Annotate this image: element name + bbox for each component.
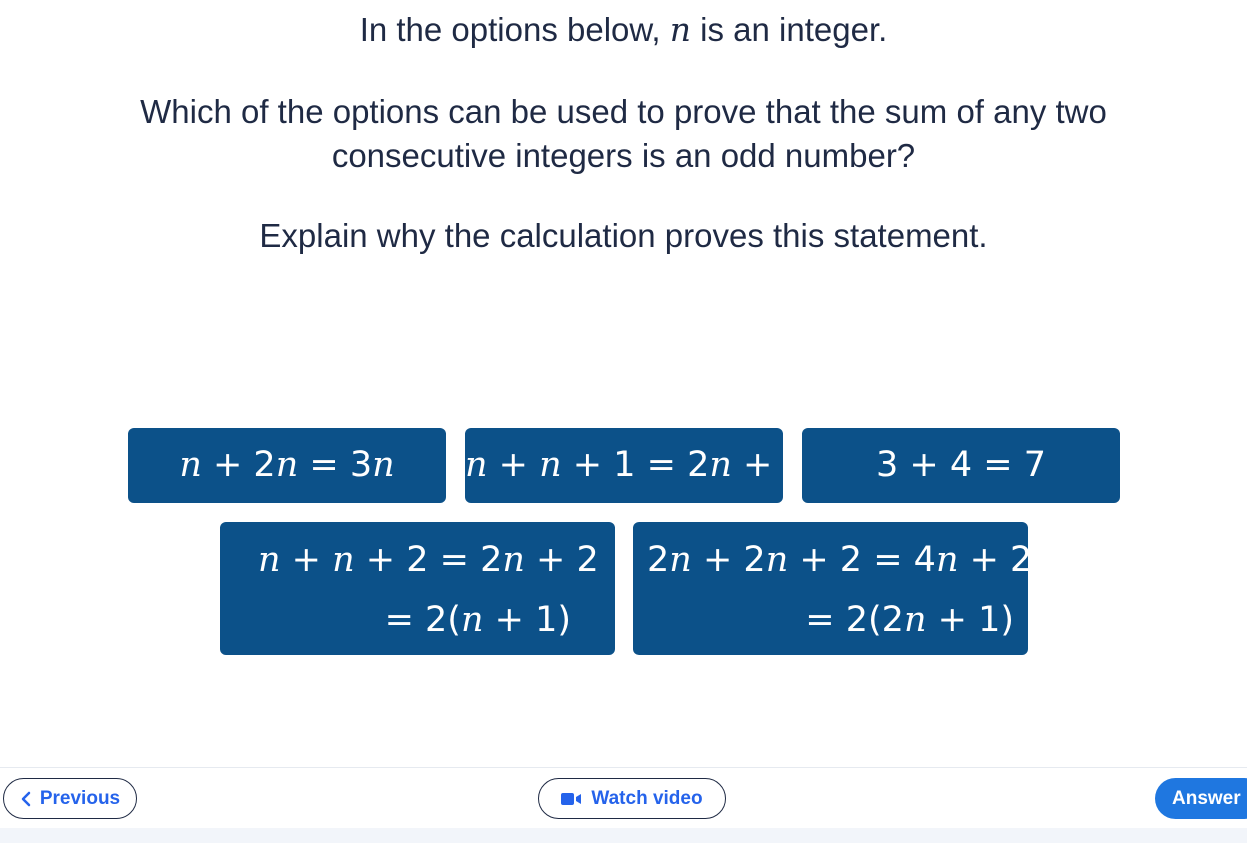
option-2-expression: n + n + 1 = 2n + 1 <box>465 445 806 485</box>
previous-button[interactable]: Previous <box>3 778 137 819</box>
intro-text: In the options below, <box>359 11 670 48</box>
option-card-1[interactable]: n + 2n = 3n <box>128 428 446 503</box>
answer-button[interactable]: Answer <box>1155 778 1247 819</box>
option-1-expression: n + 2n = 3n <box>179 445 395 485</box>
question-intro: In the options below, n is an integer. <box>0 8 1247 52</box>
bottom-strip <box>0 828 1247 843</box>
option-5-line-1: 2n + 2n + 2 = 4n + 2 <box>647 540 1033 580</box>
video-camera-icon <box>561 792 583 806</box>
chevron-left-icon <box>20 791 32 807</box>
option-4-line-1: n + n + 2 = 2n + 2 <box>258 540 599 580</box>
variable-n: n <box>669 10 692 49</box>
answer-label: Answer <box>1172 787 1241 809</box>
question-explain: Explain why the calculation proves this … <box>259 217 988 254</box>
option-card-4[interactable]: n + n + 2 = 2n + 2 = 2(n + 1) <box>220 522 615 655</box>
option-5-line-2: = 2(2n + 1) <box>805 600 1014 640</box>
previous-label: Previous <box>39 787 121 809</box>
option-3-expression: 3 + 4 = 7 <box>876 445 1046 485</box>
option-4-line-2: = 2(n + 1) <box>384 600 571 640</box>
option-card-5[interactable]: 2n + 2n + 2 = 4n + 2 = 2(2n + 1) <box>633 522 1032 655</box>
question-line-2: consecutive integers is an odd number? <box>331 137 916 174</box>
option-card-2[interactable]: n + n + 1 = 2n + 1 <box>465 428 806 503</box>
intro-text-end: is an integer. <box>691 11 888 48</box>
watch-video-button[interactable]: Watch video <box>538 778 726 819</box>
question-line-1: Which of the options can be used to prov… <box>140 93 1107 130</box>
option-card-3[interactable]: 3 + 4 = 7 <box>802 428 1120 503</box>
watch-video-label: Watch video <box>591 787 703 809</box>
